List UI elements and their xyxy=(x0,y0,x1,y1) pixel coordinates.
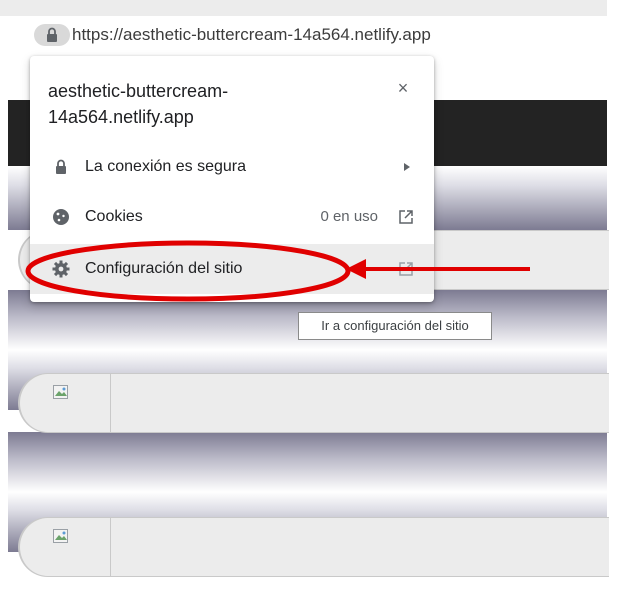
list-item[interactable] xyxy=(18,373,609,433)
item-image xyxy=(50,374,111,432)
lock-icon xyxy=(56,159,66,174)
url-text[interactable]: https://aesthetic-buttercream-14a564.net… xyxy=(72,24,431,46)
item-image xyxy=(50,518,111,576)
chevron-right-icon xyxy=(404,163,410,171)
site-settings-label: Configuración del sitio xyxy=(85,260,243,277)
gear-icon xyxy=(52,260,70,278)
gradient-band xyxy=(8,432,607,492)
browser-tab-strip xyxy=(0,0,607,16)
broken-image-icon xyxy=(53,529,68,543)
popup-site-title: aesthetic-buttercream-14a564.netlify.app xyxy=(48,81,229,127)
site-info-button[interactable] xyxy=(34,24,70,46)
cookie-icon xyxy=(53,209,69,225)
close-button[interactable]: × xyxy=(393,76,413,100)
tooltip: Ir a configuración del sitio xyxy=(298,312,492,340)
connection-secure-row[interactable]: La conexión es segura xyxy=(30,142,434,192)
cookies-label: Cookies xyxy=(85,208,143,225)
site-info-popup: aesthetic-buttercream-14a564.netlify.app… xyxy=(30,56,434,302)
broken-image-icon xyxy=(53,385,68,399)
lock-icon xyxy=(47,27,57,42)
cookies-row[interactable]: Cookies 0 en uso xyxy=(30,192,434,242)
site-settings-row[interactable]: Configuración del sitio xyxy=(30,244,434,294)
cookies-count: 0 en uso xyxy=(320,208,378,225)
connection-label: La conexión es segura xyxy=(85,158,246,175)
external-link-icon xyxy=(399,210,413,224)
list-item[interactable] xyxy=(18,517,609,577)
external-link-icon xyxy=(399,262,413,276)
